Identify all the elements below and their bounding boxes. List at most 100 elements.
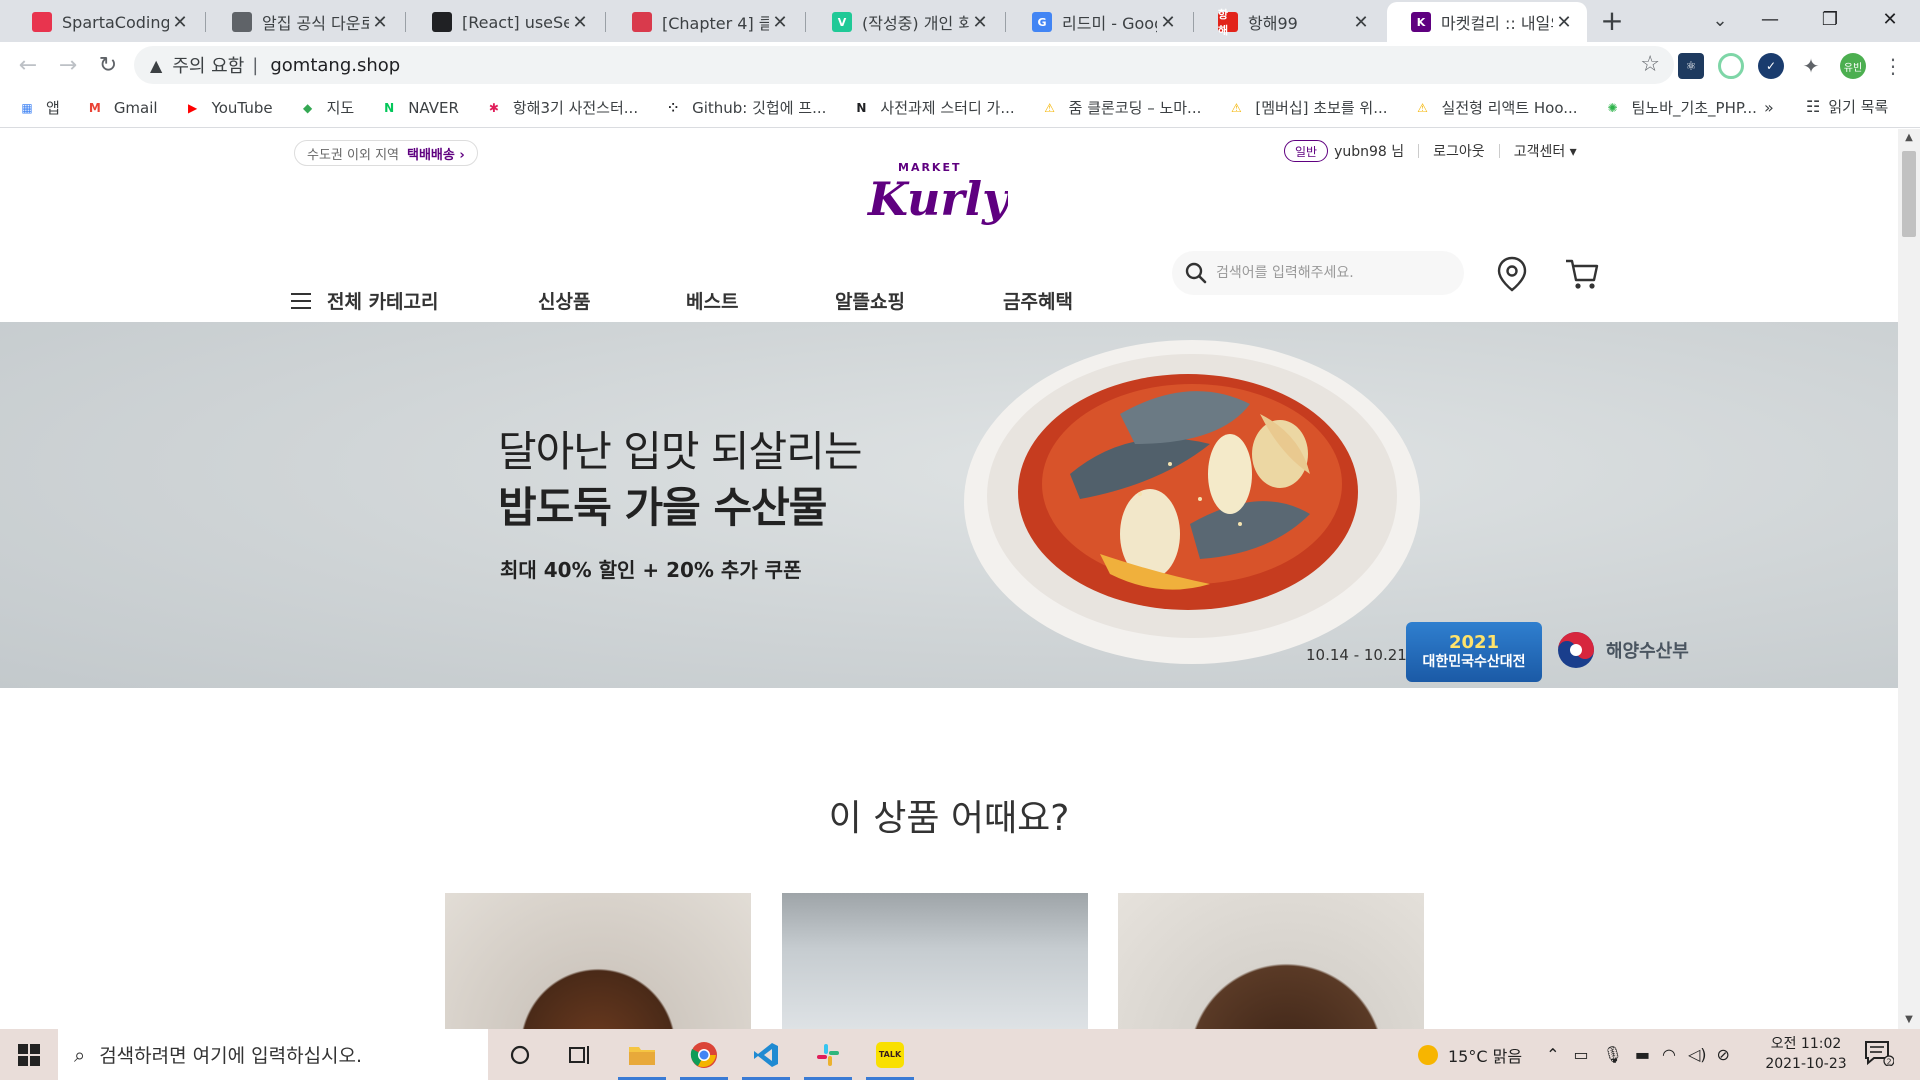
tab-close-icon[interactable]: ✕ <box>169 12 191 33</box>
tab-close-icon[interactable]: ✕ <box>1157 12 1179 33</box>
address-bar[interactable]: ▲ 주의 요함 | gomtang.shop ☆ <box>134 46 1674 84</box>
battery-icon[interactable]: ▬ <box>1635 1045 1650 1064</box>
nav-weekly-benefits[interactable]: 금주혜택 <box>1003 287 1073 314</box>
bookmark-item[interactable]: ✺ 팀노바_기초_PHP... <box>1604 97 1757 118</box>
warning-icon[interactable]: ▲ <box>150 56 162 75</box>
bookmark-item[interactable]: ▶ YouTube <box>184 99 273 117</box>
username[interactable]: yubn98 님 <box>1334 141 1404 161</box>
nav-bargain[interactable]: 알뜰쇼핑 <box>835 287 905 314</box>
bookmark-item[interactable]: ⚠ 실전형 리액트 Hoo... <box>1414 97 1577 118</box>
product-card-soup-image[interactable] <box>445 893 751 1029</box>
minimize-button[interactable]: — <box>1740 0 1800 40</box>
kebab-menu-icon[interactable]: ⋮ <box>1880 53 1906 79</box>
tab-favicon-icon <box>232 12 252 32</box>
window-controls: — ❐ ✕ <box>1740 0 1920 40</box>
reading-list-icon: ☷ <box>1806 97 1821 116</box>
reload-button[interactable]: ↻ <box>88 45 128 85</box>
tab-close-icon[interactable]: ✕ <box>969 12 991 33</box>
delivery-info-pill[interactable]: 수도권 이외 지역 택배배송 › <box>294 140 478 166</box>
browser-tab[interactable]: [Chapter 4] 클론코딩✕ <box>608 2 803 42</box>
festival-name: 대한민국수산대전 <box>1422 654 1526 670</box>
restore-button[interactable]: ❐ <box>1800 0 1860 40</box>
back-button[interactable]: ← <box>8 45 48 85</box>
windows-start-button[interactable] <box>0 1029 58 1080</box>
cart-icon[interactable] <box>1564 256 1600 292</box>
taskbar-clock[interactable]: 오전 11:02 2021-10-23 <box>1758 1034 1854 1074</box>
page-scrollbar[interactable]: ▲ ▼ <box>1898 129 1920 1029</box>
weather-text[interactable]: 15°C 맑음 <box>1448 1043 1522 1067</box>
bookmark-item[interactable]: ✱ 항해3기 사전스터... <box>485 97 638 118</box>
scroll-thumb[interactable] <box>1902 151 1916 237</box>
location-pin-icon[interactable] <box>1496 256 1528 292</box>
bookmark-item[interactable]: N NAVER <box>380 99 459 117</box>
scroll-up-arrow-icon[interactable]: ▲ <box>1898 129 1920 147</box>
browser-tab[interactable]: SpartaCodingClub✕ <box>8 2 203 42</box>
search-icon[interactable] <box>1184 261 1208 285</box>
checkmark-extension-icon[interactable]: ✓ <box>1758 53 1784 79</box>
tab-close-icon[interactable]: ✕ <box>1553 12 1575 33</box>
product-card-bulgogi-image[interactable] <box>1118 893 1424 1029</box>
slack-icon[interactable] <box>798 1029 858 1080</box>
bookmark-item[interactable]: N 사전과제 스터디 가... <box>852 97 1014 118</box>
reading-list-button[interactable]: ☷ 읽기 목록 <box>1806 96 1888 117</box>
logout-link[interactable]: 로그아웃 <box>1433 141 1485 161</box>
ministry-logo: 해양수산부 <box>1556 630 1689 670</box>
security-status[interactable]: 주의 요함 <box>172 52 244 78</box>
taskbar-search-placeholder: 검색하려면 여기에 입력하십시오. <box>99 1045 363 1067</box>
recommend-section-title: 이 상품 어때요? <box>828 798 1070 839</box>
bookmark-item[interactable]: ⚠ 줌 클론코딩 – 노마... <box>1041 97 1201 118</box>
microphone-icon[interactable]: 🎙 <box>1603 1045 1623 1064</box>
volume-icon[interactable]: ◁) <box>1688 1045 1707 1064</box>
tab-favicon-icon: 항해 <box>1218 8 1238 37</box>
bookmark-item[interactable]: ◆ 지도 <box>299 97 354 118</box>
browser-tab[interactable]: [React] useSelector✕ <box>408 2 603 42</box>
notification-center-button[interactable]: 2 <box>1864 1040 1898 1070</box>
main-banner[interactable]: 달아난 입맛 되살리는 밥도둑 가을 수산물 최대 40% 할인 + 20% 추… <box>0 322 1898 688</box>
file-explorer-icon[interactable] <box>612 1029 672 1080</box>
new-tab-button[interactable]: + <box>1596 6 1628 38</box>
bookmarks-overflow-button[interactable]: » <box>1764 98 1774 117</box>
tab-close-icon[interactable]: ✕ <box>569 12 591 33</box>
nav-new-products[interactable]: 신상품 <box>538 287 590 314</box>
tab-search-chevron-icon[interactable]: ⌄ <box>1705 6 1735 36</box>
profile-avatar[interactable]: 유빈 <box>1840 53 1866 79</box>
product-card-abalone-image[interactable] <box>782 893 1088 1029</box>
close-window-button[interactable]: ✕ <box>1860 0 1920 40</box>
bookmark-star-icon[interactable]: ☆ <box>1640 52 1660 77</box>
tab-close-icon[interactable]: ✕ <box>369 12 391 33</box>
search-input[interactable] <box>1216 265 1446 281</box>
wifi-icon[interactable]: ◠ <box>1662 1045 1676 1064</box>
nav-best[interactable]: 베스트 <box>686 287 738 314</box>
browser-tab[interactable]: 알집 공식 다운로드✕ <box>208 2 403 42</box>
tab-close-icon[interactable]: ✕ <box>1350 12 1372 33</box>
react-devtools-icon[interactable]: ⚛ <box>1678 53 1704 79</box>
bookmark-item[interactable]: M Gmail <box>86 99 158 117</box>
extension-ring-icon[interactable] <box>1718 53 1744 79</box>
bookmark-item[interactable]: ⚠ [멤버십] 초보를 위... <box>1227 97 1388 118</box>
kakaotalk-icon[interactable]: TALK <box>860 1029 920 1080</box>
puzzle-extensions-icon[interactable]: ✦ <box>1798 53 1824 79</box>
task-view-icon[interactable] <box>550 1029 610 1080</box>
browser-tab[interactable]: K 마켓컬리 :: 내일의 장보기✕ <box>1387 2 1587 42</box>
taskbar-search-box[interactable]: ⌕ 검색하려면 여기에 입력하십시오. <box>58 1029 488 1080</box>
browser-tab[interactable]: V (작성중) 개인 회고✕ <box>808 2 1003 42</box>
url-text[interactable]: gomtang.shop <box>270 55 400 76</box>
chrome-icon[interactable] <box>674 1029 734 1080</box>
weather-sun-icon[interactable] <box>1418 1044 1438 1065</box>
bookmark-item[interactable]: ▦ 앱 <box>18 97 59 118</box>
bookmark-item[interactable]: ⁘ Github: 깃헙에 프... <box>664 97 826 118</box>
all-categories-button[interactable]: 전체 카테고리 <box>291 287 439 314</box>
browser-tab[interactable]: 항해 항해99 ✕ <box>1194 2 1384 42</box>
tab-close-icon[interactable]: ✕ <box>769 12 791 33</box>
tray-chevron-icon[interactable]: ⌃ <box>1546 1045 1559 1064</box>
delivery-link[interactable]: 택배배송 › <box>407 144 465 163</box>
vscode-icon[interactable] <box>736 1029 796 1080</box>
cortana-icon[interactable] <box>490 1029 550 1080</box>
ime-off-icon[interactable]: ⊘ <box>1717 1045 1730 1064</box>
customer-center-link[interactable]: 고객센터 ▾ <box>1514 141 1577 161</box>
scroll-down-arrow-icon[interactable]: ▼ <box>1898 1011 1920 1029</box>
meet-now-icon[interactable]: ▭ <box>1573 1045 1588 1064</box>
kurly-logo[interactable]: MARKET Kurly <box>858 153 1008 233</box>
browser-tab[interactable]: G 리드미 - Google✕ <box>1008 2 1191 42</box>
forward-button[interactable]: → <box>48 45 88 85</box>
